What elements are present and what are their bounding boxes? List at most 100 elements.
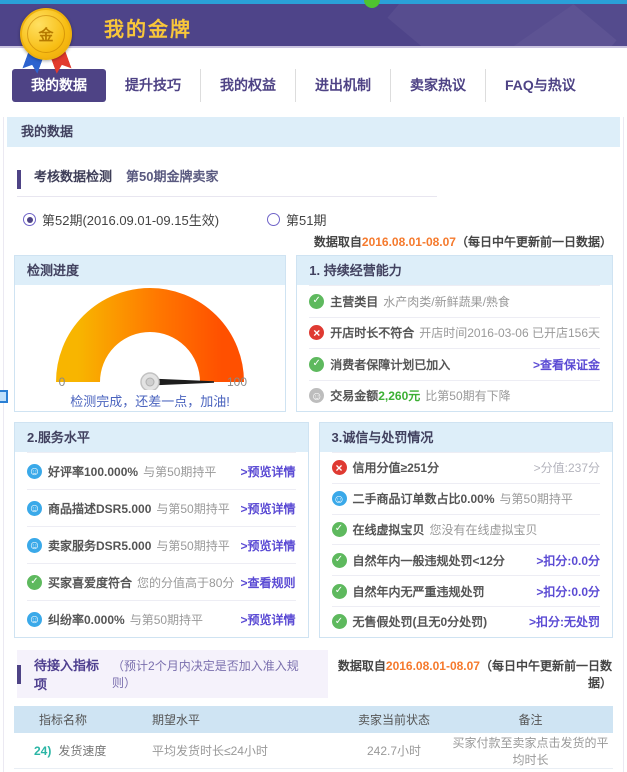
table-row: 24) 发货速度 平均发货时长≤24小时 242.7小时 买家付款至卖家点击发货… [14, 733, 613, 769]
gauge-chart: 0 100 [32, 286, 268, 390]
check-icon: ✓ [332, 553, 347, 568]
gauge-caption: 检测完成，还差一点，加油! [70, 391, 230, 410]
view-rules-link[interactable]: >查看规则 [240, 574, 295, 591]
tab-faq[interactable]: FAQ与热议 [485, 69, 595, 102]
pending-metrics-table: 指标名称 期望水平 卖家当前状态 备注 24) 发货速度 平均发货时长≤24小时… [14, 706, 613, 772]
panels-row-1: 检测进度 0 100 [14, 255, 613, 412]
col-header-remark: 备注 [448, 711, 613, 728]
panel-row: × 信用分值≥251分 >分值:237分 [332, 452, 601, 483]
check-icon: ✓ [309, 294, 324, 309]
panel-row: ☺ 交易金额 2,260元 比第50期有下降 [309, 380, 600, 412]
check-icon: ✓ [332, 522, 347, 537]
current-status: 242.7小时 [340, 742, 448, 759]
data-source-date: 2016.08.01-08.07 [362, 235, 456, 249]
panel-row: ✓ 自然年内无严重违规处罚 >扣分:0.0分 [332, 575, 601, 606]
smile-icon: ☺ [332, 491, 347, 506]
panel-row: ☺ 纠纷率0.000% 与第50期持平 >预览详情 [27, 600, 296, 637]
check-icon: ✓ [332, 584, 347, 599]
top-strip [0, 0, 627, 4]
radio-unselected-icon[interactable] [267, 213, 280, 226]
radio-period-52[interactable]: 第52期(2016.09.01-09.15生效) [23, 210, 219, 229]
preview-detail-link[interactable]: >预览详情 [240, 537, 295, 554]
panel-row: ✓ 在线虚拟宝贝 您没有在线虚拟宝贝 [332, 514, 601, 545]
preview-detail-link[interactable]: >预览详情 [240, 463, 295, 480]
panel-row: ☺ 商品描述DSR5.000 与第50期持平 >预览详情 [27, 489, 296, 526]
deduction-link[interactable]: >扣分:0.0分 [536, 583, 600, 600]
panel-row: ✓ 买家喜爱度符合 您的分值高于80分 >查看规则 [27, 563, 296, 600]
data-source-note-bottom: 数据取自2016.08.01-08.07（每日中午更新前一日数据） [328, 657, 612, 691]
pending-title-box: 待接入指标项 （预计2个月内决定是否加入准入规则） [17, 650, 328, 698]
panel-continuity: 1. 持续经营能力 ✓ 主营类目 水产肉类/新鲜蔬果/熟食 × 开店时长不符合 … [296, 255, 613, 412]
progress-gauge: 0 100 检测完成，还差一点，加油! [15, 285, 285, 411]
panel-progress: 检测进度 0 100 [14, 255, 286, 412]
panel-row: ✓ 自然年内一般违规处罚<12分 >扣分:0.0分 [332, 544, 601, 575]
radio-selected-icon[interactable] [23, 213, 36, 226]
row-label: 二手商品订单数占比0.00% [353, 490, 495, 507]
page-body: 我的数据 考核数据检测 第50期金牌卖家 第52期(2016.09.01-09.… [3, 117, 624, 772]
tab-entry-exit-rules[interactable]: 进出机制 [295, 69, 390, 102]
subtab-period50-sellers[interactable]: 第50期金牌卖家 [126, 162, 232, 196]
period-selector: 第52期(2016.09.01-09.15生效) 第51期 [23, 210, 620, 229]
panel-progress-title: 检测进度 [15, 256, 285, 285]
row-text: 与第50期持平 [143, 463, 216, 480]
check-icon: ✓ [27, 575, 42, 590]
trade-amount-value: 2,260元 [378, 387, 420, 404]
smile-icon: ☺ [27, 538, 42, 553]
row-label: 主营类目 [330, 293, 378, 310]
data-source-suffix: （每日中午更新前一日数据） [480, 659, 612, 690]
tab-improve-skills[interactable]: 提升技巧 [106, 69, 200, 102]
pending-title: 待接入指标项 [34, 655, 108, 693]
panels-row-2: 2.服务水平 ☺ 好评率100.000% 与第50期持平 >预览详情 ☺ 商品描… [14, 422, 613, 638]
row-label: 信用分值≥251分 [353, 459, 440, 476]
smile-icon: ☺ [27, 501, 42, 516]
radio-period-51[interactable]: 第51期 [267, 210, 326, 229]
col-header-metric-name: 指标名称 [14, 711, 152, 728]
row-text: 您的分值高于80分 [137, 574, 234, 591]
panel-row: ✓ 无售假处罚(且无0分处罚) >扣分:无处罚 [332, 606, 601, 637]
cross-icon: × [332, 460, 347, 475]
deduction-link[interactable]: >扣分:无处罚 [529, 613, 600, 630]
subtab-assessment-check[interactable]: 考核数据检测 [34, 162, 126, 196]
credit-score-note: >分值:237分 [534, 459, 600, 476]
panel-integrity-title: 3.诚信与处罚情况 [320, 423, 613, 452]
remark: 买家付款至卖家点击发货的平均时长 [448, 734, 613, 768]
expected-level: 平均发货时长≤24小时 [152, 742, 340, 759]
pending-section-header: 待接入指标项 （预计2个月内决定是否加入准入规则） 数据取自2016.08.01… [17, 650, 612, 698]
row-label: 交易金额 [330, 387, 378, 404]
purple-bar [17, 170, 21, 189]
purple-bar [17, 665, 21, 684]
row-text: 与第50期持平 [156, 500, 229, 517]
page-banner: 金 我的金牌 [0, 4, 627, 48]
row-text: 开店时间2016-03-06 已开店156天 [419, 324, 600, 341]
view-deposit-link[interactable]: >查看保证金 [533, 356, 600, 373]
check-icon: ✓ [309, 357, 324, 372]
subtabs: 考核数据检测 第50期金牌卖家 [17, 162, 437, 197]
row-label: 买家喜爱度符合 [48, 574, 132, 591]
gold-medal-icon: 金 [18, 8, 78, 76]
preview-detail-link[interactable]: >预览详情 [240, 611, 295, 628]
panel-row: ☺ 好评率100.000% 与第50期持平 >预览详情 [27, 452, 296, 489]
cross-icon: × [309, 325, 324, 340]
col-header-expected-level: 期望水平 [152, 711, 340, 728]
data-source-prefix: 数据取自 [314, 235, 362, 249]
tab-my-benefits[interactable]: 我的权益 [200, 69, 295, 102]
left-edge-marker [0, 390, 8, 403]
panel-service-title: 2.服务水平 [15, 423, 308, 452]
medal-char: 金 [38, 24, 53, 45]
pending-subtitle: （预计2个月内决定是否加入准入规则） [112, 657, 312, 691]
panel-row: ☺ 二手商品订单数占比0.00% 与第50期持平 [332, 483, 601, 514]
panel-row: ✓ 主营类目 水产肉类/新鲜蔬果/熟食 [309, 285, 600, 317]
deduction-link[interactable]: >扣分:0.0分 [536, 552, 600, 569]
panel-service: 2.服务水平 ☺ 好评率100.000% 与第50期持平 >预览详情 ☺ 商品描… [14, 422, 309, 638]
row-label: 商品描述DSR5.000 [48, 500, 151, 517]
data-source-date: 2016.08.01-08.07 [386, 659, 480, 673]
gauge-min-label: 0 [59, 375, 66, 389]
tab-seller-discussion[interactable]: 卖家热议 [390, 69, 485, 102]
radio-period-51-label: 第51期 [286, 210, 326, 229]
preview-detail-link[interactable]: >预览详情 [240, 500, 295, 517]
main-tabbar: 我的数据 提升技巧 我的权益 进出机制 卖家热议 FAQ与热议 [12, 69, 627, 102]
row-label: 开店时长不符合 [330, 324, 414, 341]
row-text: 比第50期有下降 [425, 387, 510, 404]
metric-name-cell: 24) 发货速度 [14, 742, 152, 759]
table-header-row: 指标名称 期望水平 卖家当前状态 备注 [14, 706, 613, 733]
